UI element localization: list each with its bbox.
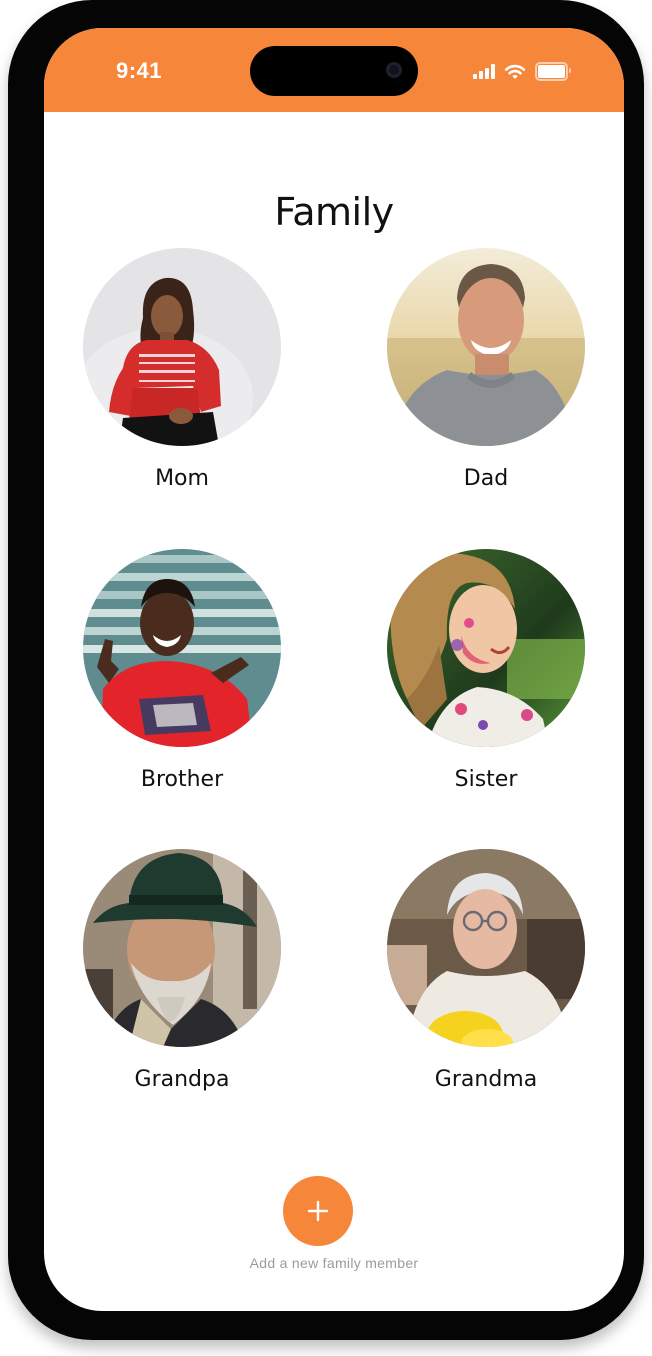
member-name: Sister: [454, 767, 518, 792]
dad-photo: [387, 248, 585, 446]
family-grid: Mom Dad Brother Sister Grandpa Grandma: [44, 28, 624, 1311]
member-card-sister[interactable]: Sister: [386, 549, 586, 792]
plus-icon: [307, 1200, 329, 1222]
member-card-grandpa[interactable]: Grandpa: [82, 849, 282, 1092]
phone-frame: 9:41 Family Mom Dad Brother Sister Grand…: [8, 0, 644, 1340]
grandma-photo: [387, 849, 585, 1047]
member-card-dad[interactable]: Dad: [386, 248, 586, 491]
member-card-mom[interactable]: Mom: [82, 248, 282, 491]
member-card-grandma[interactable]: Grandma: [386, 849, 586, 1092]
brother-photo: [83, 549, 281, 747]
mom-photo: [83, 248, 281, 446]
member-name: Dad: [463, 466, 509, 491]
member-name: Brother: [140, 767, 224, 792]
add-member-label: Add a new family member: [249, 1255, 419, 1271]
grandpa-photo: [83, 849, 281, 1047]
app-screen: 9:41 Family Mom Dad Brother Sister Grand…: [44, 28, 624, 1311]
add-member-button[interactable]: [283, 1176, 353, 1246]
member-card-brother[interactable]: Brother: [82, 549, 282, 792]
member-name: Grandma: [434, 1067, 538, 1092]
member-name: Mom: [155, 466, 209, 491]
member-name: Grandpa: [134, 1067, 230, 1092]
sister-photo: [387, 549, 585, 747]
